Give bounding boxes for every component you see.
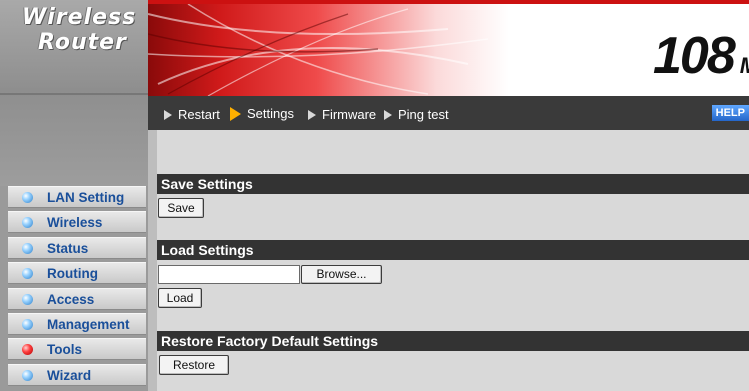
- sidebar-item-label: Tools: [47, 342, 82, 358]
- top-nav: Restart Settings Firmware Ping test HELP: [148, 96, 749, 130]
- arrow-right-active-icon: [230, 107, 241, 121]
- bullet-icon: [22, 268, 33, 280]
- nav-settings[interactable]: Settings: [230, 106, 294, 121]
- load-settings-header: Load Settings: [157, 240, 749, 260]
- sidebar-item-lan-setting[interactable]: LAN Setting: [8, 186, 146, 208]
- sidebar-item-label: Access: [47, 291, 95, 307]
- restore-button[interactable]: Restore: [159, 355, 229, 375]
- sidebar-item-wireless[interactable]: Wireless: [8, 211, 146, 234]
- arrow-right-icon: [164, 110, 172, 120]
- browse-button[interactable]: Browse...: [301, 265, 382, 284]
- sidebar-item-label: Management: [47, 316, 130, 332]
- sidebar-item-management[interactable]: Management: [8, 312, 146, 335]
- bullet-icon: [22, 192, 33, 203]
- logo-line1: Wireless: [22, 5, 137, 30]
- load-button[interactable]: Load: [158, 288, 202, 308]
- sidebar-item-access[interactable]: Access: [8, 287, 146, 310]
- sidebar-divider: [0, 93, 148, 95]
- sidebar-item-label: Wizard: [47, 367, 92, 383]
- bullet-icon: [22, 369, 33, 381]
- nav-restart[interactable]: Restart: [164, 107, 220, 122]
- bullet-icon: [22, 242, 33, 254]
- active-bullet-icon: [22, 344, 33, 356]
- save-settings-header: Save Settings: [157, 174, 749, 194]
- bullet-icon: [22, 318, 33, 330]
- nav-label: Restart: [178, 107, 220, 122]
- sidebar: Wireless Router LAN Setting Wireless Sta…: [0, 0, 148, 391]
- sidebar-item-label: LAN Setting: [47, 190, 125, 205]
- sidebar-menu: LAN Setting Wireless Status Routing Acce…: [8, 186, 146, 389]
- speed-unit: Mbps: [740, 53, 749, 78]
- sidebar-item-status[interactable]: Status: [8, 236, 146, 259]
- nav-ping-test[interactable]: Ping test: [384, 107, 449, 122]
- nav-label: Ping test: [398, 107, 449, 122]
- arrow-right-icon: [384, 110, 392, 120]
- header-banner: 108 Mbps: [148, 4, 749, 96]
- speed-value: 108: [653, 27, 736, 85]
- sidebar-spacer: [0, 88, 148, 186]
- nav-firmware[interactable]: Firmware: [308, 107, 376, 122]
- help-label: HELP: [715, 107, 745, 119]
- restore-settings-header: Restore Factory Default Settings: [157, 331, 749, 351]
- nav-label: Settings: [247, 106, 294, 121]
- nav-label: Firmware: [322, 107, 377, 122]
- bullet-icon: [22, 293, 33, 305]
- bullet-icon: [22, 217, 33, 229]
- logo-line2: Router: [38, 30, 127, 55]
- content-left-gutter: [148, 130, 157, 391]
- file-path-input[interactable]: [158, 265, 300, 284]
- main-content: [157, 130, 749, 391]
- sidebar-item-label: Routing: [47, 266, 98, 282]
- logo: Wireless Router: [0, 0, 148, 88]
- speed-badge: 108 Mbps: [653, 26, 749, 86]
- help-button[interactable]: HELP: [711, 105, 749, 121]
- sidebar-item-label: Wireless: [47, 215, 103, 231]
- sidebar-item-routing[interactable]: Routing: [8, 262, 146, 285]
- arrow-right-icon: [308, 110, 316, 120]
- sidebar-item-wizard[interactable]: Wizard: [8, 363, 146, 386]
- save-button[interactable]: Save: [158, 198, 204, 218]
- sidebar-item-tools[interactable]: Tools: [8, 338, 146, 361]
- sidebar-item-label: Status: [47, 240, 89, 256]
